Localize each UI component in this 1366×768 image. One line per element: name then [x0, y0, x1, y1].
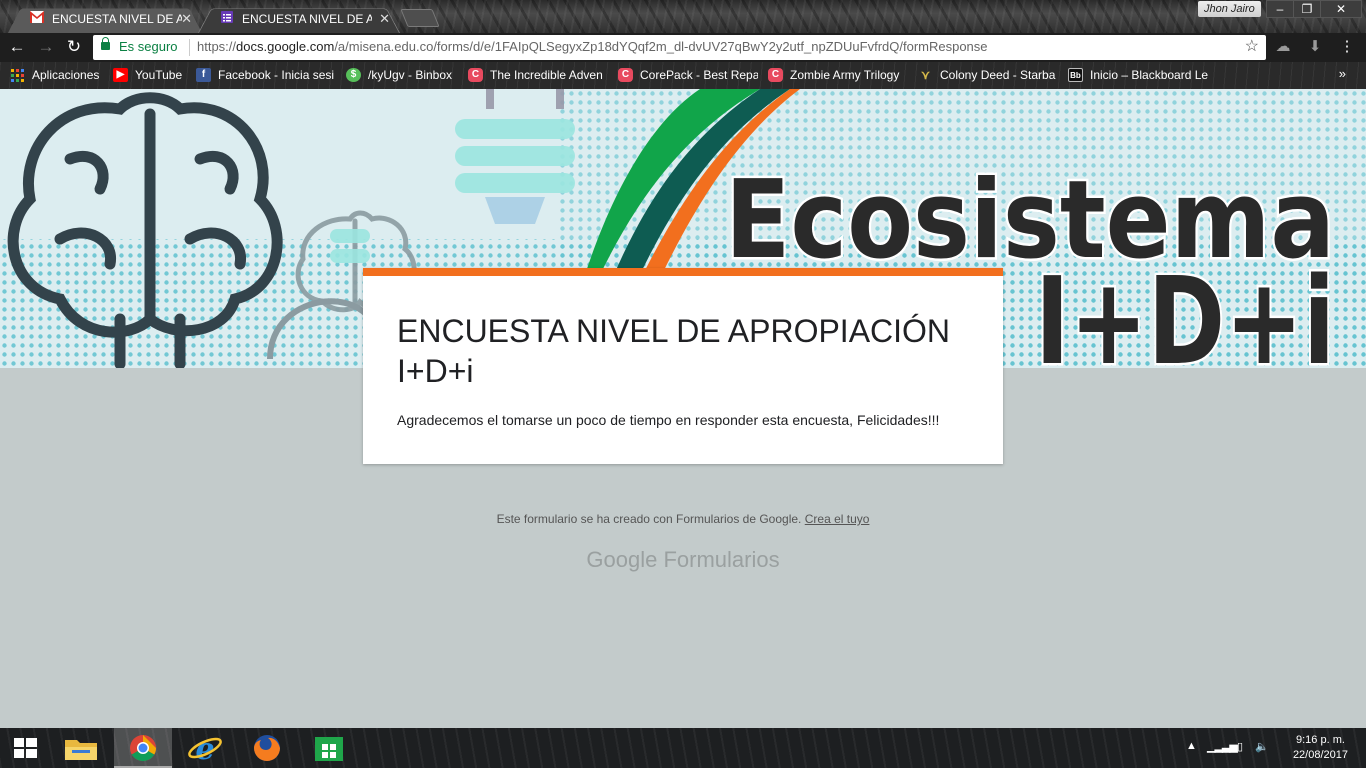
taskbar-file-explorer[interactable]	[52, 728, 110, 768]
more-bookmarks-button[interactable]: »	[1339, 66, 1346, 81]
form-description: Agradecemos el tomarse un poco de tiempo…	[397, 412, 940, 428]
firefox-icon	[254, 735, 280, 761]
close-tab-icon[interactable]: ✕	[181, 6, 192, 32]
close-tab-icon[interactable]: ✕	[379, 6, 390, 32]
tab-gmail[interactable]: ENCUESTA NIVEL DE APROPIACIÓN I+D+i ✕	[8, 4, 202, 33]
network-icon[interactable]: ▁▂▃▅	[1207, 740, 1238, 753]
starbase-icon: ⋎	[921, 68, 930, 82]
maximize-button[interactable]: ❐	[1293, 0, 1321, 18]
taskbar-store[interactable]	[300, 728, 358, 768]
apps-grid-icon	[11, 69, 24, 82]
battery-icon[interactable]: ▯	[1237, 740, 1243, 753]
google-forms-logo[interactable]: Google Formularios	[0, 547, 1366, 573]
forward-icon[interactable]: →	[36, 37, 56, 57]
game-c-icon: C	[768, 68, 783, 82]
taskbar-chrome[interactable]	[114, 728, 172, 768]
bookmark-colony-deed[interactable]: ⋎ Colony Deed - Starba	[918, 68, 1058, 84]
game-c-icon: C	[618, 68, 633, 82]
tab-strip: ENCUESTA NIVEL DE APROPIACIÓN I+D+i ✕ EN…	[0, 0, 1366, 33]
tab-title: ENCUESTA NIVEL DE APROPIACIÓN I+D+i	[52, 12, 182, 26]
taskbar-firefox[interactable]	[238, 728, 296, 768]
bookmarks-bar: Aplicaciones ▶ YouTube f Facebook - Inic…	[0, 62, 1366, 89]
menu-icon[interactable]: ⋮	[1338, 39, 1356, 55]
new-tab-button[interactable]	[400, 9, 440, 27]
address-bar[interactable]: Es seguro https://docs.google.com/a/mise…	[93, 35, 1266, 60]
internet-explorer-icon: e	[188, 732, 222, 767]
chrome-icon	[130, 735, 157, 762]
gmail-icon	[30, 11, 44, 23]
form-accent-bar	[363, 268, 1003, 276]
facebook-icon: f	[196, 68, 211, 82]
bookmark-zombie-army[interactable]: C Zombie Army Trilogy	[768, 68, 908, 84]
banner-subtitle: I+D+i	[1035, 253, 1335, 368]
browser-toolbar: ← → ↻ Es seguro https://docs.google.com/…	[0, 33, 1366, 62]
browser-window: ENCUESTA NIVEL DE APROPIACIÓN I+D+i ✕ EN…	[0, 0, 1366, 768]
url-text[interactable]: https://docs.google.com/a/misena.edu.co/…	[197, 39, 988, 54]
minimize-button[interactable]: –	[1266, 0, 1294, 18]
game-c-icon: C	[468, 68, 483, 82]
binbox-icon: $	[346, 68, 361, 82]
clock-date: 22/08/2017	[1292, 749, 1348, 761]
volume-icon[interactable]: 🔈	[1255, 740, 1269, 753]
youtube-icon: ▶	[113, 68, 128, 82]
file-explorer-icon	[65, 740, 97, 760]
start-icon	[14, 738, 37, 758]
bookmark-binbox[interactable]: $ /kyUgv - Binbox	[346, 68, 458, 84]
tab-title: ENCUESTA NIVEL DE APROPIACIÓN I+D+i	[242, 12, 372, 26]
bookmark-blackboard[interactable]: Bb Inicio – Blackboard Le	[1068, 68, 1208, 84]
form-title: ENCUESTA NIVEL DE APROPIACIÓN I+D+i	[397, 313, 951, 389]
bookmark-aplicaciones[interactable]: Aplicaciones	[10, 68, 105, 84]
bookmark-incredible[interactable]: C The Incredible Adven	[468, 68, 606, 84]
store-icon	[315, 737, 343, 761]
blackboard-icon: Bb	[1068, 68, 1083, 82]
system-clock[interactable]: 9:16 p. m. 22/08/2017	[1293, 733, 1348, 763]
svg-text:e: e	[195, 732, 214, 767]
form-footer-note: Este formulario se ha creado con Formula…	[496, 512, 870, 526]
tab-forms[interactable]: ENCUESTA NIVEL DE APROPIACIÓN I+D+i ✕	[198, 4, 400, 33]
start-button[interactable]	[0, 728, 50, 768]
reload-icon[interactable]: ↻	[64, 37, 84, 57]
extension-download-icon[interactable]: ⬇	[1306, 39, 1324, 55]
google-forms-icon	[221, 11, 233, 23]
create-your-own-link[interactable]: Crea el tuyo	[805, 512, 870, 526]
profile-button[interactable]: Jhon Jairo	[1198, 1, 1261, 17]
back-icon[interactable]: ←	[7, 37, 27, 57]
bookmark-star-icon[interactable]: ☆	[1245, 36, 1259, 56]
clock-time: 9:16 p. m.	[1296, 734, 1345, 746]
extension-cloud-icon[interactable]: ☁	[1274, 39, 1292, 55]
form-header-card: ENCUESTA NIVEL DE APROPIACIÓN I+D+i Agra…	[363, 268, 1003, 464]
form-page: Ecosistema I+D+i ENCUESTA NIVEL DE APROP…	[0, 89, 1366, 728]
bookmark-facebook[interactable]: f Facebook - Inicia sesi	[196, 68, 334, 84]
windows-taskbar: e ▲ ▁▂▃▅ ▯ 🔈 9:16 p. m. 22/08/2017	[0, 728, 1366, 768]
close-window-button[interactable]: ✕	[1320, 0, 1362, 18]
bookmark-corepack[interactable]: C CorePack - Best Repa	[618, 68, 758, 84]
taskbar-internet-explorer[interactable]: e	[176, 728, 234, 768]
secure-label: Es seguro	[119, 39, 178, 54]
show-hidden-icons-icon[interactable]: ▲	[1186, 740, 1197, 752]
bookmark-youtube[interactable]: ▶ YouTube	[113, 68, 189, 84]
lock-icon	[101, 37, 110, 50]
